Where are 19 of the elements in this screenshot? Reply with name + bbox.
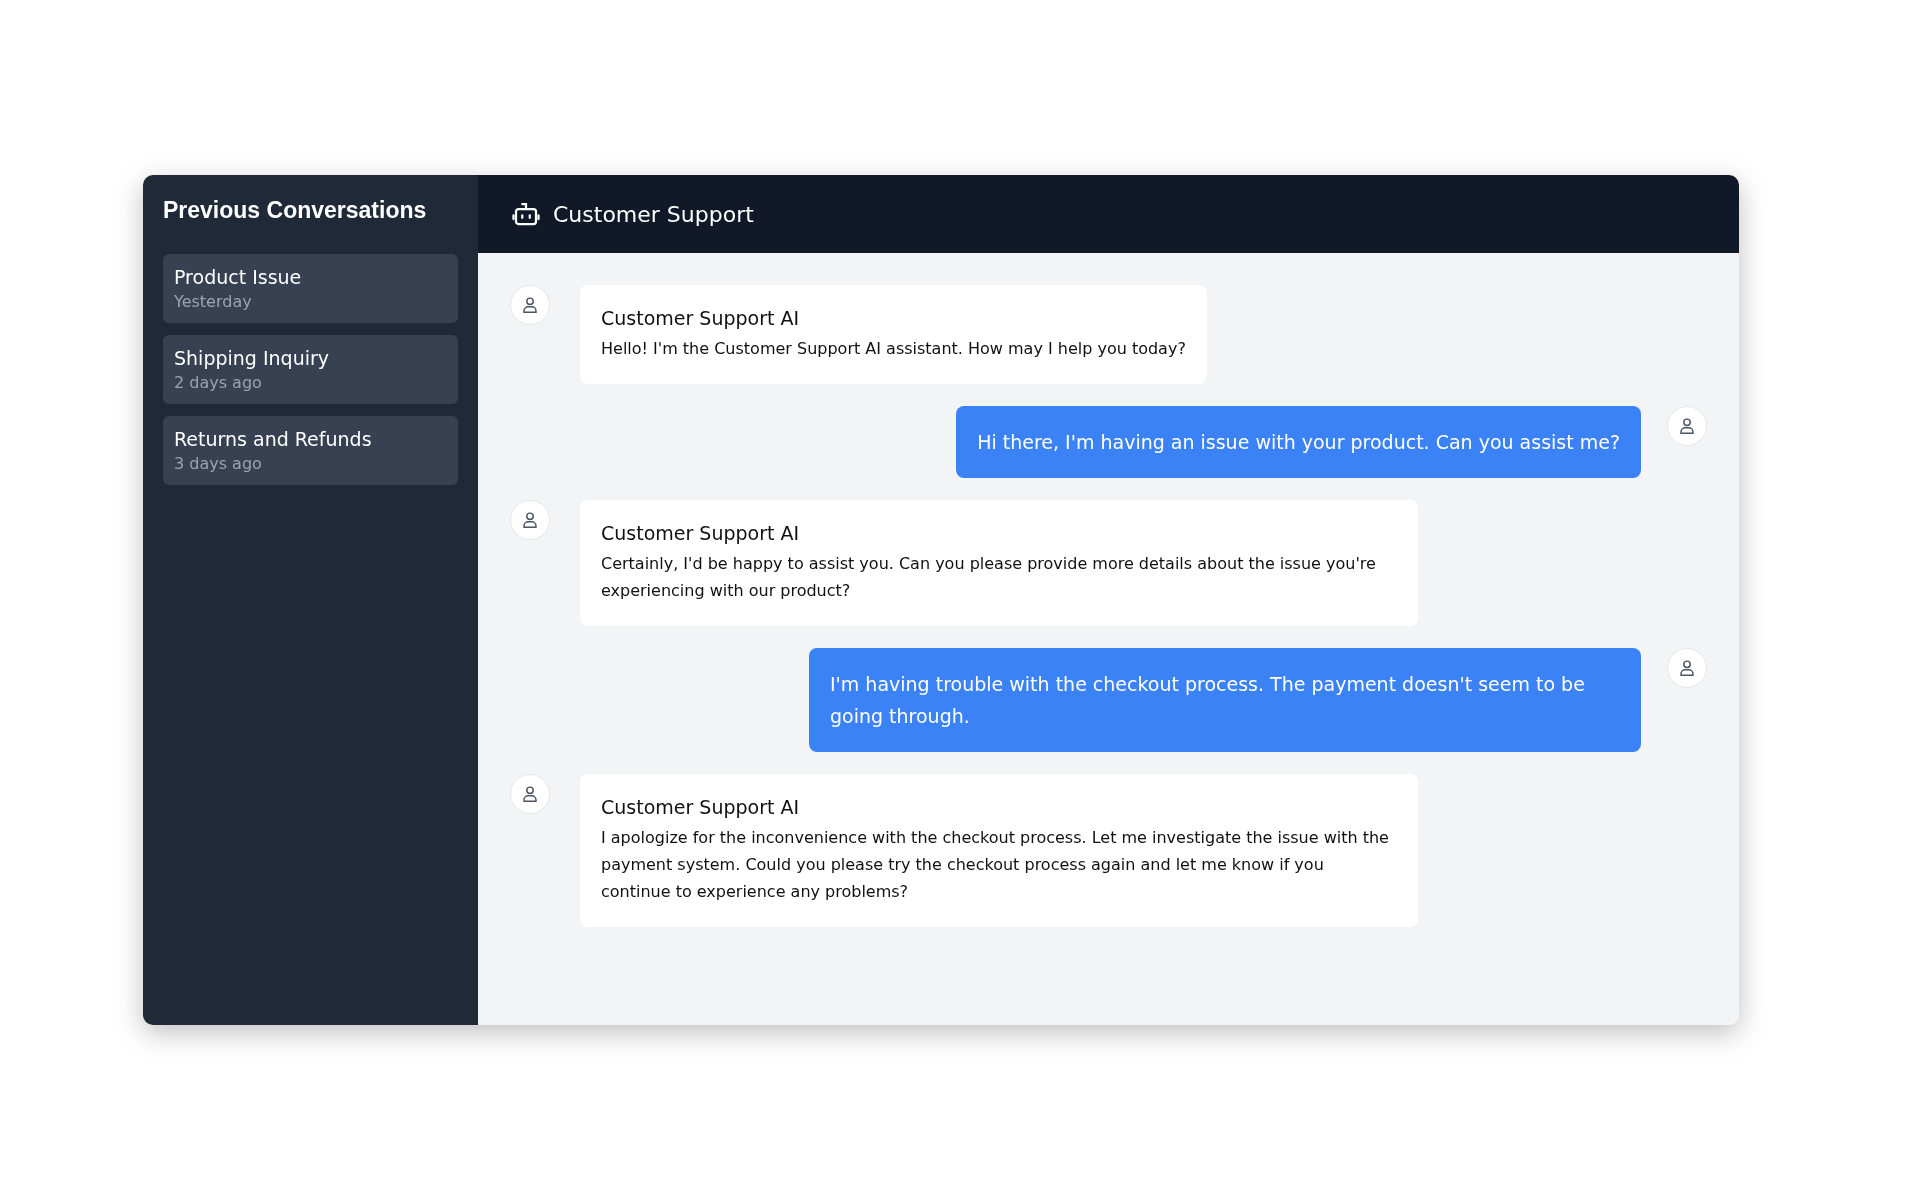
message-text: Hello! I'm the Customer Support AI assistant. How may I help you today?: [601, 338, 1186, 360]
user-message: I'm having trouble with the checkout process. The payment doesn't seem to be going through.: [809, 648, 1641, 752]
conversation-time: Yesterday: [174, 292, 253, 311]
chat-title: Customer Support: [553, 201, 754, 227]
conversation-title: Shipping Inquiry: [174, 347, 330, 369]
conversation-title: Returns and Refunds: [174, 428, 373, 450]
message-text: Certainly, I'd be happy to assist you. Can you please provide more details about the issue you're experiencing with our product?: [601, 553, 1377, 602]
sidebar-title: Previous Conversations: [163, 197, 428, 224]
conversation-item[interactable]: Product Issue Yesterday: [163, 254, 458, 323]
conversation-time: 2 days ago: [174, 373, 263, 392]
message-text: I apologize for the inconvenience with the checkout process. Let me investigate the issue with the payment system. Could you please try the checkout process again and let me know if you continue to experience any problems?: [601, 827, 1390, 903]
conversation-time: 3 days ago: [174, 454, 263, 473]
sender-name: Customer Support AI: [601, 307, 801, 329]
sender-name: Customer Support AI: [601, 522, 801, 544]
user-message: Hi there, I'm having an issue with your product. Can you assist me?: [956, 406, 1641, 478]
sender-name: Customer Support AI: [601, 796, 801, 818]
conversation-item[interactable]: Returns and Refunds 3 days ago: [163, 416, 458, 485]
conversation-title: Product Issue: [174, 266, 303, 288]
conversation-item[interactable]: Shipping Inquiry 2 days ago: [163, 335, 458, 404]
